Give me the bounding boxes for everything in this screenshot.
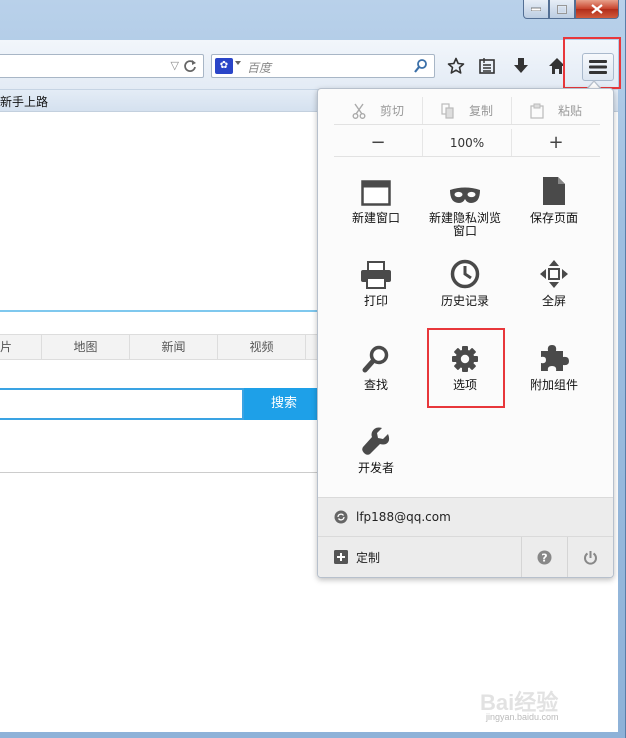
wrench-icon (362, 427, 390, 455)
search-icon[interactable] (413, 58, 429, 74)
options-highlight-annotation (427, 328, 505, 408)
developer-label: 开发者 (357, 461, 394, 475)
history-button[interactable]: 历史记录 (420, 257, 510, 308)
magnifier-icon (362, 345, 389, 373)
baidu-search-tabs: 片 地图 新闻 视频 (0, 334, 330, 360)
mask-icon (450, 187, 480, 203)
zoom-controls: − 100% + (334, 129, 600, 157)
plus-square-icon (334, 550, 348, 564)
paste-button[interactable]: 粘贴 (512, 97, 600, 124)
star-icon (447, 57, 465, 74)
bookmark-getting-started[interactable]: 新手上路 (0, 93, 48, 110)
close-button[interactable] (575, 0, 619, 19)
new-private-window-button[interactable]: 新建隐私浏览窗口 (420, 174, 510, 238)
divider (0, 472, 330, 473)
scissors-icon (352, 103, 366, 119)
minimize-icon (531, 7, 541, 11)
sync-icon (334, 510, 348, 524)
bookmarks-menu-button[interactable] (476, 55, 498, 77)
find-button[interactable]: 查找 (331, 341, 421, 392)
save-page-button[interactable]: 保存页面 (509, 174, 599, 225)
developer-button[interactable]: 开发者 (331, 424, 421, 475)
divider (0, 310, 330, 312)
sync-account-row[interactable]: lfp188@qq.com (318, 497, 613, 537)
window-caption-buttons (523, 0, 619, 19)
fullscreen-label: 全屏 (541, 294, 566, 308)
baidu-search-row: 搜索 (0, 388, 324, 420)
quit-button[interactable] (567, 537, 613, 577)
baidu-search-button[interactable]: 搜索 (244, 388, 324, 420)
addons-label: 附加组件 (529, 378, 578, 392)
watermark-url: jingyan.baidu.com (486, 712, 559, 722)
save-page-label: 保存页面 (529, 211, 578, 225)
downloads-button[interactable] (510, 55, 532, 77)
maximize-icon (557, 4, 567, 14)
browser-window: ▽ ✿ 百度 新手上路 片 地图 新闻 视频 搜索 剪切 复制 粘贴 − 100… (0, 0, 626, 738)
reload-icon[interactable] (182, 58, 198, 74)
fullscreen-button[interactable]: 全屏 (509, 257, 599, 308)
zoom-reset-button[interactable]: 100% (422, 129, 512, 156)
search-placeholder[interactable]: 百度 (247, 59, 271, 76)
history-label: 历史记录 (440, 294, 489, 308)
search-bar[interactable]: ✿ 百度 (211, 54, 435, 78)
svg-text:?: ? (541, 551, 547, 564)
bookmark-star-button[interactable] (445, 55, 467, 77)
maximize-button[interactable] (549, 0, 575, 19)
navigation-toolbar: ▽ ✿ 百度 (0, 40, 618, 90)
page-icon (543, 177, 565, 205)
find-label: 查找 (363, 378, 388, 392)
print-button[interactable]: 打印 (331, 257, 421, 308)
help-icon: ? (537, 550, 552, 564)
download-arrow-icon (514, 58, 528, 73)
tab-images[interactable]: 片 (0, 335, 42, 359)
menu-panel: 剪切 复制 粘贴 − 100% + 新建窗口 新建隐私浏览窗口 保存页面 打印 … (317, 88, 614, 578)
menu-footer: 定制 ? (318, 537, 613, 577)
puzzle-piece-icon (541, 345, 569, 371)
url-bar[interactable]: ▽ (0, 54, 204, 78)
sync-account-email: lfp188@qq.com (356, 510, 451, 524)
copy-icon (441, 102, 454, 119)
paste-label: 粘贴 (557, 104, 582, 118)
bookmarks-list-icon (479, 58, 495, 74)
cut-label: 剪切 (379, 104, 404, 118)
url-history-dropdown-icon[interactable]: ▽ (171, 59, 179, 72)
baidu-jingyan-watermark: Bai经验 (480, 690, 558, 715)
new-window-label: 新建窗口 (351, 211, 400, 225)
cut-button[interactable]: 剪切 (334, 97, 423, 124)
addons-button[interactable]: 附加组件 (509, 341, 599, 392)
edit-controls: 剪切 复制 粘贴 (334, 97, 600, 125)
help-button[interactable]: ? (521, 537, 567, 577)
fullscreen-arrows-icon (540, 260, 568, 288)
zoom-in-button[interactable]: + (512, 129, 600, 156)
new-window-button[interactable]: 新建窗口 (331, 174, 421, 225)
paw-icon[interactable]: ✿ (215, 58, 233, 74)
minimize-button[interactable] (523, 0, 549, 19)
tab-video[interactable]: 视频 (218, 335, 306, 359)
copy-button[interactable]: 复制 (423, 97, 512, 124)
power-icon (584, 550, 597, 565)
baidu-search-input[interactable] (0, 388, 244, 420)
window-icon (361, 180, 391, 206)
clock-icon (450, 259, 480, 289)
customize-label: 定制 (356, 550, 381, 565)
tab-map[interactable]: 地图 (42, 335, 130, 359)
printer-icon (361, 261, 391, 289)
copy-label: 复制 (468, 104, 493, 118)
clipboard-icon (530, 103, 544, 119)
close-icon (591, 4, 603, 14)
chevron-down-icon[interactable] (235, 61, 241, 65)
zoom-out-button[interactable]: − (334, 129, 422, 156)
new-private-window-label: 新建隐私浏览窗口 (428, 211, 501, 238)
print-label: 打印 (363, 294, 388, 308)
tab-news[interactable]: 新闻 (130, 335, 218, 359)
customize-button[interactable]: 定制 (318, 549, 521, 566)
